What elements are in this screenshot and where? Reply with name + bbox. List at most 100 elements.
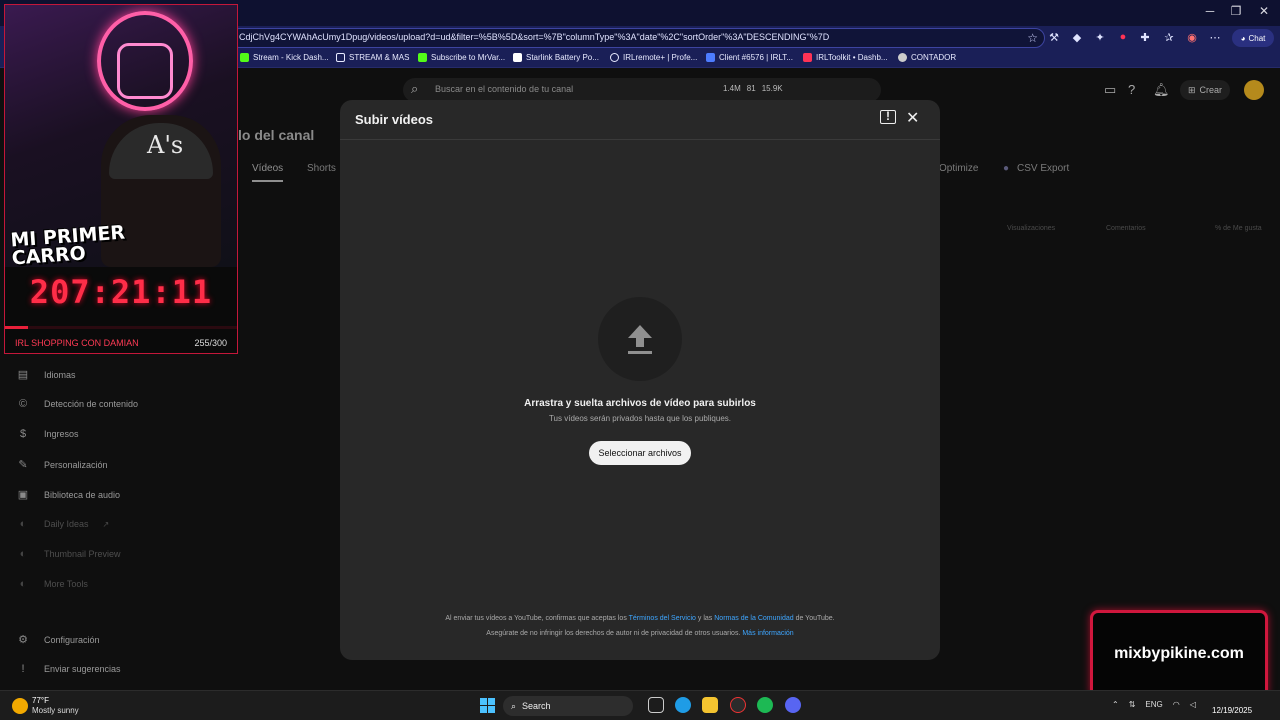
wifi-icon[interactable]: ◠ (1173, 700, 1180, 709)
spotify-icon[interactable] (757, 697, 773, 713)
help-icon[interactable]: ? (1128, 82, 1135, 97)
sidebar-item-daily-ideas[interactable]: ◐ Daily Ideas ↗ (16, 518, 110, 530)
sidebar-item-earn[interactable]: $ Ingresos (16, 428, 79, 440)
taskbar-search[interactable]: ⌕ Search (503, 696, 633, 716)
minimize-icon[interactable]: ─ (1196, 4, 1224, 18)
external-link-icon: ↗ (102, 519, 110, 529)
weather-sun-icon[interactable] (12, 698, 28, 714)
views-stat: 1.4M (723, 84, 741, 93)
goal-label: IRL SHOPPING CON DAMIAN (15, 338, 139, 348)
bookmark-item[interactable]: IRLremote+ | Profe... (610, 53, 697, 62)
studio-sidebar: ▤ Idiomas © Detección de contenido $ Ingres… (0, 360, 160, 690)
upload-drop-target[interactable] (598, 297, 682, 381)
stream-overlay: A's MI PRIMER CARRO 207:21:11 IRL SHOPPI… (4, 4, 238, 354)
community-guidelines-link[interactable]: Normas de la Comunidad (714, 615, 793, 622)
page-title: lo del canal (238, 127, 315, 143)
address-bar[interactable]: CdjChVg4CYWAhAcUmy1Dpug/videos/upload?d=… (230, 28, 1045, 48)
subathon-timer: 207:21:11 (29, 273, 213, 311)
thumbnail-icon: ◐ (19, 548, 27, 560)
feedback-icon: ! (21, 663, 25, 675)
sidebar-item-thumbnail-preview[interactable]: ◐ Thumbnail Preview (16, 548, 121, 560)
bookmark-item[interactable]: Stream - Kick Dash... (240, 53, 329, 62)
extension-icon[interactable]: ● (1116, 31, 1130, 43)
weather-temp[interactable]: 77°F (32, 696, 49, 705)
close-icon[interactable]: ✕ (906, 108, 919, 128)
column-header[interactable]: % de Me gusta (1215, 225, 1262, 232)
close-window-icon[interactable]: ✕ (1250, 4, 1278, 18)
column-header[interactable]: Comentarios (1106, 225, 1146, 232)
extension-icon[interactable]: ⚒ (1047, 31, 1061, 44)
avatar[interactable] (1244, 80, 1264, 100)
favorites-icon[interactable]: ✰ (1162, 31, 1176, 44)
magic-wand-icon: ✎ (18, 459, 28, 471)
csv-export-link[interactable]: CSV Export (1017, 163, 1069, 174)
profile-icon[interactable]: ◉ (1185, 31, 1199, 44)
terms-link[interactable]: Términos del Servicio (629, 615, 696, 622)
column-header[interactable]: Visualizaciones (1007, 225, 1055, 232)
more-menu-icon[interactable]: ⋯ (1208, 31, 1222, 44)
learn-more-link[interactable]: Más información (742, 630, 793, 637)
watermark-box: mixbypikine.com (1090, 610, 1268, 698)
system-tray: ⌃ ⇅ ENG ◠ ◁ (1112, 700, 1196, 709)
network-icon[interactable]: ⇅ (1129, 700, 1136, 709)
language-indicator[interactable]: ENG (1145, 700, 1162, 709)
bookmark-item[interactable]: STREAM & MAS (336, 53, 409, 62)
notifications-icon[interactable]: 🔔︎ (1153, 82, 1170, 98)
extensions-puzzle-icon[interactable]: ✚ (1138, 31, 1152, 44)
legal-notice: Al enviar tus vídeos a YouTube, confirma… (445, 615, 835, 622)
folder-icon (336, 53, 345, 62)
subtitles-icon: ▤ (17, 369, 29, 381)
channel-search-input[interactable]: ⌕ Buscar en el contenido de tu canal 1.4… (403, 78, 881, 102)
sidebar-item-customization[interactable]: ✎ Personalización (16, 458, 107, 471)
create-button[interactable]: ⊞ Crear (1180, 80, 1230, 100)
clock-date[interactable]: 12/19/2025 (1212, 706, 1252, 715)
copyright-icon: © (18, 398, 28, 410)
irltoolkit-icon (803, 53, 812, 62)
tab-videos[interactable]: Vídeos (252, 163, 284, 182)
starlink-icon (513, 53, 522, 62)
comments-icon[interactable]: ▭ (1104, 82, 1116, 98)
sidebar-item-feedback[interactable]: ! Enviar sugerencias (16, 663, 120, 675)
channel-stats: 1.4M 81 15.9K (723, 84, 783, 93)
extension-icon[interactable]: ◆ (1070, 31, 1084, 44)
weather-desc[interactable]: Mostly sunny (32, 706, 79, 715)
select-files-button[interactable]: Seleccionar archivos (589, 441, 691, 465)
gear-icon: ⚙ (18, 634, 28, 646)
discord-icon[interactable] (785, 697, 801, 713)
sidebar-item-content-detection[interactable]: © Detección de contenido (16, 398, 138, 410)
bookmark-item[interactable]: CONTADOR (898, 53, 956, 62)
feedback-icon[interactable]: ! (880, 110, 896, 124)
bookmark-item[interactable]: Starlink Battery Po... (513, 53, 599, 62)
copilot-chat-button[interactable]: ◕ Chat (1232, 29, 1274, 47)
extension-icon[interactable]: ✦ (1093, 31, 1107, 44)
optimize-link[interactable]: Optimize (939, 163, 978, 174)
sidebar-item-audio-library[interactable]: ▣ Biblioteca de audio (16, 488, 120, 501)
drop-subtitle: Tus vídeos serán privados hasta que los … (548, 414, 732, 423)
tab-shorts[interactable]: Shorts (307, 163, 336, 174)
kick-icon (240, 53, 249, 62)
goal-count: 255/300 (194, 338, 227, 348)
irltoolkit-icon (706, 53, 715, 62)
bookmark-item[interactable]: Subscribe to MrVar... (418, 53, 505, 62)
maximize-icon[interactable]: ❐ (1222, 4, 1250, 18)
sidebar-item-more-tools[interactable]: ◐ More Tools (16, 578, 88, 590)
webcam-feed: A's MI PRIMER CARRO (5, 5, 237, 267)
kick-icon (418, 53, 427, 62)
obs-icon[interactable] (730, 697, 746, 713)
goal-progress-fill (5, 326, 29, 329)
chevron-up-icon[interactable]: ⌃ (1112, 700, 1119, 709)
copyright-notice: Asegúrate de no infringir los derechos d… (486, 630, 794, 637)
windows-start-icon[interactable] (480, 698, 495, 713)
bookmark-item[interactable]: Client #6576 | IRLT... (706, 53, 793, 62)
edge-icon[interactable] (675, 697, 691, 713)
sidebar-item-settings[interactable]: ⚙ Configuración (16, 633, 99, 646)
bookmark-item[interactable]: IRLToolkit • Dashb... (803, 53, 888, 62)
audio-library-icon: ▣ (17, 489, 29, 501)
bookmark-star-icon[interactable]: ☆ (1027, 31, 1038, 45)
file-explorer-icon[interactable] (702, 697, 718, 713)
volume-icon[interactable]: ◁ (1190, 700, 1196, 709)
task-view-icon[interactable] (648, 697, 664, 713)
csv-icon: ● (1003, 163, 1010, 174)
sidebar-item-idiomas[interactable]: ▤ Idiomas (16, 368, 76, 381)
tools-icon: ◐ (19, 578, 27, 590)
